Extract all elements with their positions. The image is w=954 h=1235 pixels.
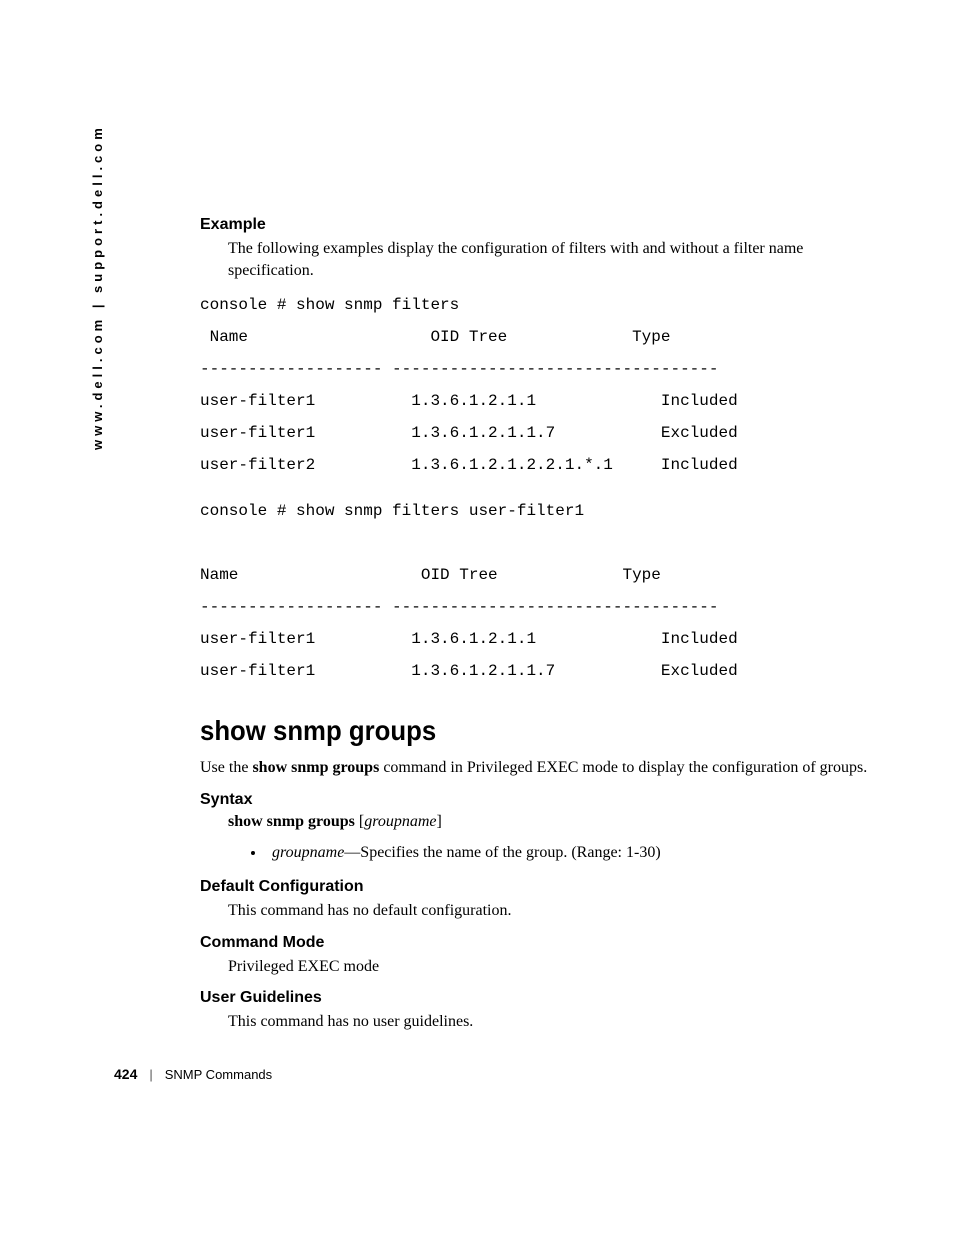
intro-pre: Use the: [200, 759, 252, 776]
example-code-block-1: console # show snmp filters Name OID Tre…: [200, 289, 880, 481]
default-config-text: This command has no default configuratio…: [228, 900, 880, 922]
syntax-bracket-close: ]: [437, 813, 442, 830]
intro-bold: show snmp groups: [252, 759, 379, 776]
syntax-bracket-open: [: [355, 813, 364, 830]
syntax-bold: show snmp groups: [228, 813, 355, 830]
example-code-block-2: console # show snmp filters user-filter1…: [200, 495, 880, 687]
sidebar-url-text: www.dell.com | support.dell.com: [90, 124, 105, 450]
syntax-line: show snmp groups [groupname]: [228, 813, 880, 831]
footer-section: SNMP Commands: [165, 1067, 272, 1082]
command-heading: show snmp groups: [200, 715, 826, 747]
command-intro: Use the show snmp groups command in Priv…: [200, 757, 880, 779]
bullet-rest: —Specifies the name of the group. (Range…: [344, 844, 660, 861]
command-mode-text: Privileged EXEC mode: [228, 956, 880, 978]
example-label: Example: [200, 216, 880, 234]
page-footer: 424 | SNMP Commands: [114, 1066, 272, 1082]
example-intro: The following examples display the confi…: [228, 238, 880, 281]
intro-post: command in Privileged EXEC mode to displ…: [379, 759, 867, 776]
command-mode-label: Command Mode: [200, 934, 880, 952]
page-number: 424: [114, 1066, 137, 1082]
user-guidelines-text: This command has no user guidelines.: [228, 1011, 880, 1033]
user-guidelines-label: User Guidelines: [200, 989, 880, 1007]
syntax-label: Syntax: [200, 791, 880, 809]
bullet-italic: groupname: [272, 844, 344, 861]
syntax-bullet-item: groupname—Specifies the name of the grou…: [266, 841, 880, 864]
syntax-italic: groupname: [364, 813, 436, 830]
syntax-bullets: groupname—Specifies the name of the grou…: [266, 841, 880, 864]
footer-divider: |: [149, 1067, 152, 1082]
page-content: Example The following examples display t…: [200, 216, 880, 1041]
default-config-label: Default Configuration: [200, 878, 880, 896]
